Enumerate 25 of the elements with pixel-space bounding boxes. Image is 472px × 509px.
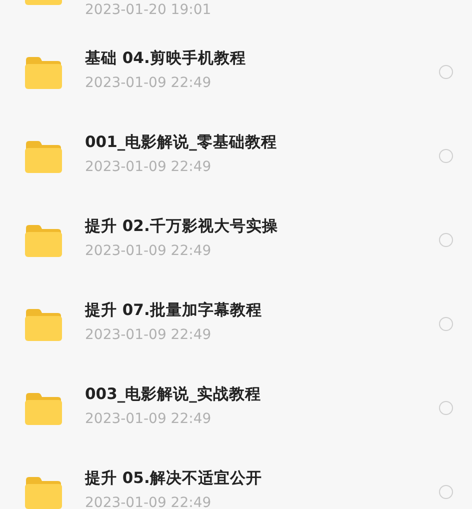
select-radio[interactable] (439, 65, 453, 79)
folder-name: 提升 07.批量加字幕教程 (85, 300, 262, 320)
folder-name: 提升 02.千万影视大号实操 (85, 216, 278, 236)
select-radio[interactable] (439, 149, 453, 163)
folder-name: 提升 05.解决不适宜公开 (85, 468, 262, 488)
modified-date: 2023-01-09 22:49 (85, 158, 212, 174)
folder-name: 基础 04.剪映手机教程 (85, 48, 246, 68)
modified-date: 2023-01-09 22:49 (85, 494, 212, 509)
folder-icon (24, 308, 62, 340)
select-radio[interactable] (439, 233, 453, 247)
folder-icon (24, 476, 62, 508)
folder-name: 001_电影解说_零基础教程 (85, 132, 277, 152)
modified-date: 2023-01-09 22:49 (85, 410, 212, 426)
folder-icon (24, 56, 62, 88)
folder-name: 003_电影解说_实战教程 (85, 384, 261, 404)
folder-icon (24, 392, 62, 424)
select-radio[interactable] (439, 401, 453, 415)
select-radio[interactable] (439, 317, 453, 331)
modified-date: 2023-01-09 22:49 (85, 242, 212, 258)
select-radio[interactable] (439, 485, 453, 499)
folder-icon (24, 224, 62, 256)
modified-date: 2023-01-09 22:49 (85, 326, 212, 342)
modified-date: 2023-01-20 19:01 (85, 2, 212, 18)
folder-icon (24, 140, 62, 172)
modified-date: 2023-01-09 22:49 (85, 74, 212, 90)
